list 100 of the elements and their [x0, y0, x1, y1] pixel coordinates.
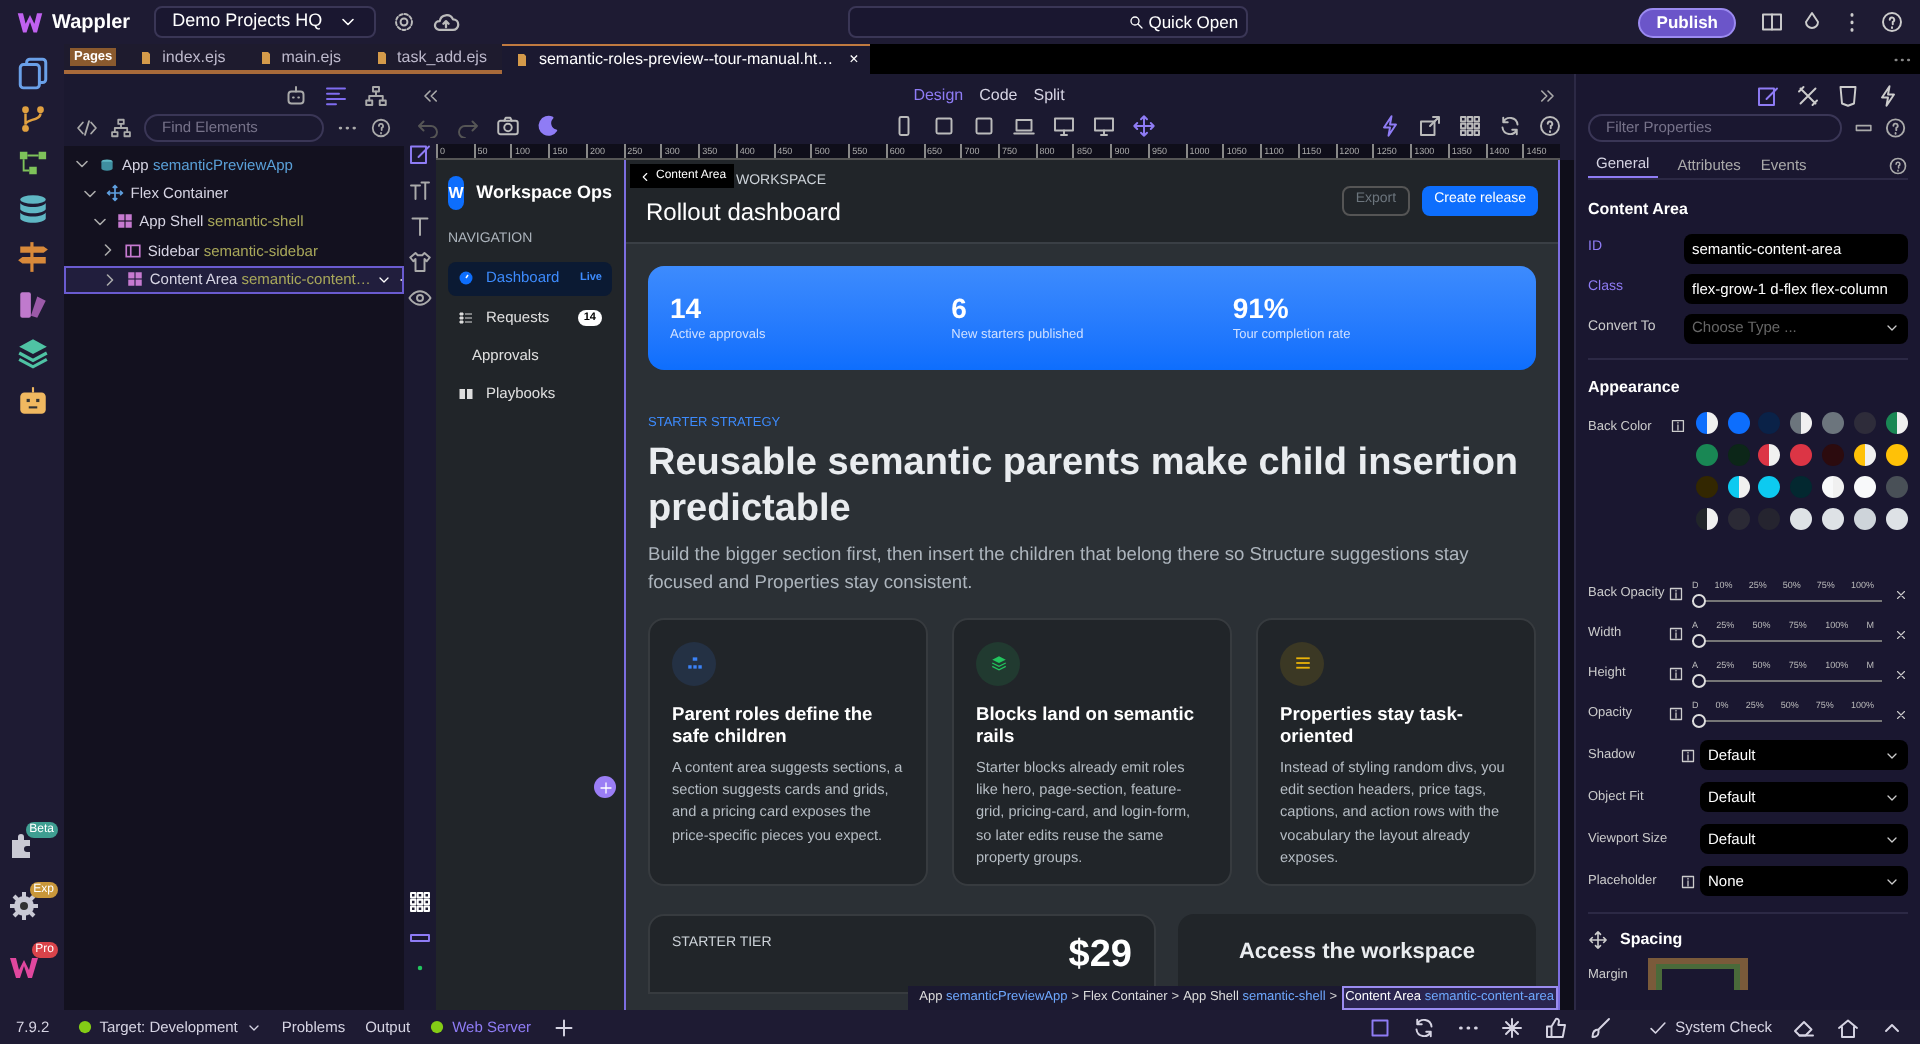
info-icon[interactable] — [1668, 586, 1684, 602]
shirt-icon[interactable] — [408, 250, 432, 274]
color-swatch[interactable] — [1886, 444, 1909, 466]
refresh-icon[interactable] — [1498, 114, 1522, 138]
signpost-icon[interactable] — [15, 240, 49, 274]
slider-thumb[interactable] — [1692, 593, 1706, 608]
publish-button[interactable]: Publish — [1638, 7, 1736, 37]
color-swatch[interactable] — [1758, 476, 1781, 498]
info-icon[interactable] — [1669, 418, 1686, 434]
slider-track[interactable] — [1692, 673, 1882, 688]
color-swatch[interactable] — [1822, 444, 1845, 466]
color-swatch[interactable] — [1886, 412, 1909, 434]
moon-icon[interactable] — [536, 114, 560, 138]
sparkle-icon[interactable] — [1499, 1015, 1524, 1039]
cloud-upload-icon[interactable] — [432, 8, 461, 36]
quick-open-field[interactable]: Quick Open — [848, 6, 1249, 38]
color-swatch[interactable] — [1886, 476, 1909, 498]
add-button[interactable] — [594, 776, 616, 798]
color-swatch[interactable] — [1727, 476, 1750, 498]
clear-icon[interactable] — [1894, 707, 1908, 721]
move-icon[interactable] — [1132, 114, 1156, 138]
slider-track[interactable] — [1692, 593, 1882, 608]
settings-icon[interactable] — [392, 10, 417, 34]
branch-icon[interactable] — [17, 104, 47, 134]
color-swatch[interactable] — [1758, 444, 1781, 466]
css-icon[interactable] — [1836, 83, 1860, 107]
help-icon[interactable] — [370, 115, 392, 139]
laptop-icon[interactable] — [1012, 114, 1036, 138]
slider-thumb[interactable] — [1692, 713, 1706, 728]
split-view-icon[interactable] — [1760, 10, 1784, 34]
edit-icon[interactable] — [1756, 83, 1780, 107]
monitor-icon[interactable] — [1052, 114, 1076, 138]
lightning-icon[interactable] — [1378, 114, 1402, 138]
view-tab[interactable]: Code — [979, 83, 1018, 107]
help-icon[interactable] — [1888, 155, 1908, 175]
share-icon[interactable] — [1418, 114, 1442, 138]
info-icon[interactable] — [1680, 873, 1696, 889]
clear-icon[interactable] — [1894, 587, 1908, 601]
database-icon[interactable] — [15, 192, 49, 226]
add-icon[interactable] — [551, 1015, 576, 1039]
pages-icon[interactable] — [15, 56, 49, 90]
text-icon[interactable] — [408, 214, 432, 238]
camera-icon[interactable] — [496, 114, 520, 138]
robot-icon[interactable] — [284, 83, 308, 107]
color-swatch[interactable] — [1758, 412, 1781, 434]
color-swatch[interactable] — [1790, 444, 1813, 466]
info-icon[interactable] — [1668, 626, 1684, 642]
lightning-icon[interactable] — [1876, 83, 1900, 107]
file-tab[interactable]: task_add.ejs — [357, 44, 503, 70]
color-swatch[interactable] — [1727, 444, 1750, 466]
layers-icon[interactable] — [15, 336, 49, 370]
close-button[interactable]: × — [849, 48, 859, 72]
color-swatch[interactable] — [1790, 412, 1813, 434]
eye-icon[interactable] — [408, 286, 432, 310]
square-icon[interactable] — [1367, 1015, 1392, 1039]
code-icon[interactable] — [76, 115, 98, 139]
color-swatch[interactable] — [1790, 476, 1813, 498]
file-tab[interactable]: main.ejs — [241, 44, 358, 70]
robot-icon[interactable] — [15, 384, 49, 418]
help-icon[interactable] — [1884, 115, 1908, 139]
color-swatch[interactable] — [1727, 412, 1750, 434]
color-swatch[interactable] — [1695, 508, 1718, 530]
color-swatch[interactable] — [1695, 476, 1718, 498]
palette-icon[interactable] — [15, 288, 49, 322]
tablet-icon[interactable] — [932, 114, 956, 138]
clear-icon[interactable] — [1894, 627, 1908, 641]
droplet-icon[interactable] — [1800, 10, 1824, 34]
slider-track[interactable] — [1692, 713, 1882, 728]
tools-icon[interactable] — [1796, 83, 1820, 107]
slider-thumb[interactable] — [1692, 673, 1706, 688]
color-swatch[interactable] — [1822, 508, 1845, 530]
home-icon[interactable] — [1836, 1015, 1860, 1039]
collapse-icon[interactable] — [420, 85, 440, 105]
color-swatch[interactable] — [1886, 508, 1909, 530]
project-dropdown[interactable]: Demo Projects HQ — [154, 6, 377, 38]
monitor-icon[interactable] — [1092, 114, 1116, 138]
color-swatch[interactable] — [1790, 508, 1813, 530]
color-swatch[interactable] — [1695, 444, 1718, 466]
color-swatch[interactable] — [1854, 444, 1877, 466]
info-icon[interactable] — [1668, 666, 1684, 682]
hierarchy-icon[interactable] — [110, 115, 132, 139]
structure-icon[interactable] — [324, 83, 348, 107]
eraser-icon[interactable] — [1792, 1015, 1816, 1039]
color-swatch[interactable] — [1695, 412, 1718, 434]
help-icon[interactable] — [1538, 114, 1562, 138]
thumbs-up-icon[interactable] — [1543, 1015, 1568, 1039]
color-swatch[interactable] — [1822, 412, 1845, 434]
text-size-icon[interactable] — [408, 178, 432, 202]
brush-icon[interactable] — [1587, 1015, 1612, 1039]
color-swatch[interactable] — [1822, 476, 1845, 498]
file-tab[interactable]: index.ejs — [122, 44, 242, 70]
color-swatch[interactable] — [1854, 508, 1877, 530]
file-tab[interactable]: semantic-roles-preview--tour-manual.ht… × — [502, 44, 871, 74]
info-icon[interactable] — [1668, 706, 1684, 722]
help-icon[interactable] — [1880, 10, 1904, 34]
flow-icon[interactable] — [17, 148, 47, 178]
grid-icon[interactable] — [408, 890, 432, 914]
refresh-icon[interactable] — [1411, 1015, 1436, 1039]
slider-track[interactable] — [1692, 633, 1882, 648]
color-swatch[interactable] — [1854, 476, 1877, 498]
